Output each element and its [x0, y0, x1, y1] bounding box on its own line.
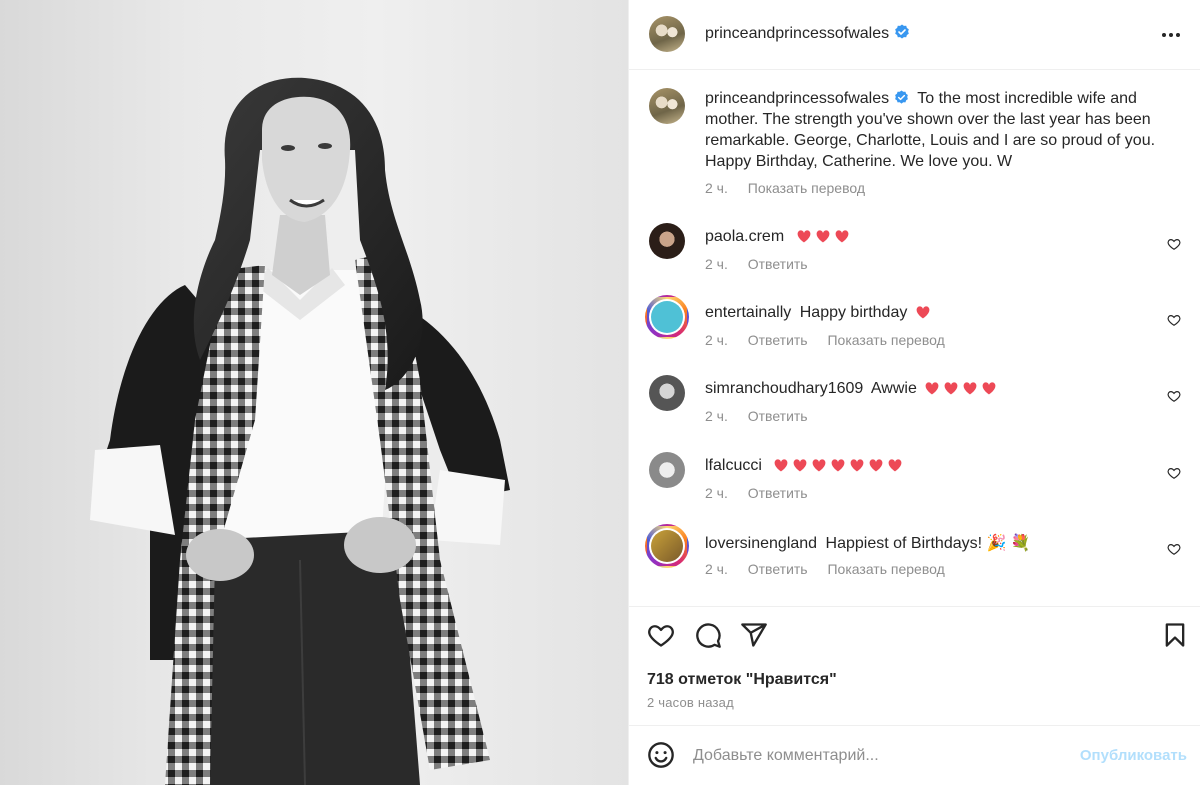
comment-time[interactable]: 2 ч.	[705, 256, 728, 272]
comment-item: simranchoudhary1609 Awwie 2 ч. Ответить	[649, 375, 1200, 445]
comment-item: loversinengland Happiest of Birthdays! 🎉…	[645, 524, 1200, 598]
reply-link[interactable]: Ответить	[748, 485, 808, 501]
comment-hearts	[921, 380, 997, 397]
red-heart-emoji-icon	[831, 459, 845, 472]
commenter-avatar[interactable]	[645, 524, 689, 568]
comment-body: entertainally Happy birthday	[705, 304, 931, 322]
comment-time[interactable]: 2 ч.	[705, 332, 728, 348]
comment-text: Awwie	[870, 380, 917, 397]
post-image[interactable]	[0, 0, 628, 785]
post-actions-bar: 718 отметок "Нравится" 2 часов назад	[629, 606, 1200, 726]
comment-body: loversinengland Happiest of Birthdays! 🎉…	[705, 533, 1031, 553]
comment-input[interactable]	[693, 744, 1063, 768]
post-timestamp: 2 часов назад	[647, 695, 734, 710]
post-header: princeandprincessofwales	[629, 0, 1200, 70]
red-heart-emoji-icon	[774, 459, 788, 472]
comment-body: lfalcucci	[705, 457, 903, 475]
red-heart-emoji-icon	[916, 306, 930, 319]
reply-link[interactable]: Ответить	[748, 332, 808, 348]
share-paper-plane-icon[interactable]	[740, 621, 768, 649]
red-heart-emoji-icon	[797, 230, 811, 243]
caption-author-avatar[interactable]	[649, 88, 685, 124]
comment-username[interactable]: entertainally	[705, 304, 791, 321]
comment-bubble-icon[interactable]	[694, 621, 722, 649]
comment-hearts	[793, 228, 850, 245]
comment-meta: 2 ч. Ответить	[705, 408, 824, 424]
reply-link[interactable]: Ответить	[748, 408, 808, 424]
comment-like-heart-icon[interactable]	[1167, 542, 1181, 556]
more-options-icon[interactable]	[1159, 23, 1183, 47]
comments-list[interactable]: princeandprincessofwales To the most inc…	[629, 71, 1200, 606]
commenter-avatar[interactable]	[645, 295, 689, 339]
comment-like-heart-icon[interactable]	[1167, 466, 1181, 480]
red-heart-emoji-icon	[869, 459, 883, 472]
commenter-avatar[interactable]	[649, 452, 685, 488]
comment-time[interactable]: 2 ч.	[705, 485, 728, 501]
publish-comment-button[interactable]: Опубликовать	[1080, 747, 1187, 764]
commenter-avatar[interactable]	[649, 375, 685, 411]
like-heart-icon[interactable]	[647, 621, 675, 649]
red-heart-emoji-icon	[982, 382, 996, 395]
comment-item: lfalcucci 2 ч. Ответить	[649, 452, 1200, 522]
author-username-text[interactable]: princeandprincessofwales	[705, 25, 889, 42]
comment-item: paola.crem 2 ч. Ответить	[649, 223, 1200, 293]
author-avatar[interactable]	[649, 16, 685, 52]
comment-username[interactable]: simranchoudhary1609	[705, 380, 863, 397]
comment-hearts	[912, 304, 931, 321]
comment-like-heart-icon[interactable]	[1167, 313, 1181, 327]
author-username[interactable]: princeandprincessofwales	[705, 24, 910, 43]
comment-time[interactable]: 2 ч.	[705, 408, 728, 424]
comment-meta: 2 ч. Ответить	[705, 485, 824, 501]
comment-meta: 2 ч. Ответить	[705, 256, 824, 272]
comment-meta: 2 ч. Ответить Показать перевод	[705, 332, 961, 348]
red-heart-emoji-icon	[888, 459, 902, 472]
caption-meta: 2 ч. Показать перевод	[705, 180, 881, 196]
comment-like-heart-icon[interactable]	[1167, 389, 1181, 403]
caption-text-block: princeandprincessofwales To the most inc…	[705, 88, 1175, 172]
red-heart-emoji-icon	[816, 230, 830, 243]
caption-translate-link[interactable]: Показать перевод	[748, 180, 865, 196]
commenter-avatar[interactable]	[649, 223, 685, 259]
red-heart-emoji-icon	[850, 459, 864, 472]
caption-author-username[interactable]: princeandprincessofwales	[705, 90, 909, 107]
translate-link[interactable]: Показать перевод	[827, 561, 944, 577]
red-heart-emoji-icon	[944, 382, 958, 395]
comment-time[interactable]: 2 ч.	[705, 561, 728, 577]
comment-item: entertainally Happy birthday 2 ч. Ответи…	[645, 295, 1200, 369]
likes-count[interactable]: 718 отметок "Нравится"	[647, 671, 837, 689]
comment-body: paola.crem	[705, 228, 850, 246]
comment-meta: 2 ч. Ответить Показать перевод	[705, 561, 961, 577]
verified-badge-icon	[895, 24, 909, 39]
caption-time[interactable]: 2 ч.	[705, 180, 728, 196]
red-heart-emoji-icon	[963, 382, 977, 395]
comment-body: simranchoudhary1609 Awwie	[705, 380, 997, 398]
comment-username[interactable]: loversinengland	[705, 535, 817, 552]
translate-link[interactable]: Показать перевод	[827, 332, 944, 348]
post-details-panel: princeandprincessofwales princeandprince…	[628, 0, 1200, 785]
post-photo-illustration	[90, 77, 510, 785]
smiley-emoji-icon[interactable]	[647, 741, 675, 769]
add-comment-bar: Опубликовать	[629, 727, 1200, 785]
comment-text: Happy birthday	[799, 304, 908, 321]
red-heart-emoji-icon	[812, 459, 826, 472]
reply-link[interactable]: Ответить	[748, 256, 808, 272]
comment-hearts	[770, 457, 903, 474]
red-heart-emoji-icon	[925, 382, 939, 395]
comment-like-heart-icon[interactable]	[1167, 237, 1181, 251]
red-heart-emoji-icon	[793, 459, 807, 472]
verified-badge-icon	[895, 90, 908, 104]
reply-link[interactable]: Ответить	[748, 561, 808, 577]
save-bookmark-icon[interactable]	[1161, 621, 1189, 649]
comment-username[interactable]: paola.crem	[705, 228, 784, 245]
comment-username[interactable]: lfalcucci	[705, 457, 762, 474]
red-heart-emoji-icon	[835, 230, 849, 243]
comment-text: Happiest of Birthdays! 🎉 💐	[825, 535, 1031, 552]
